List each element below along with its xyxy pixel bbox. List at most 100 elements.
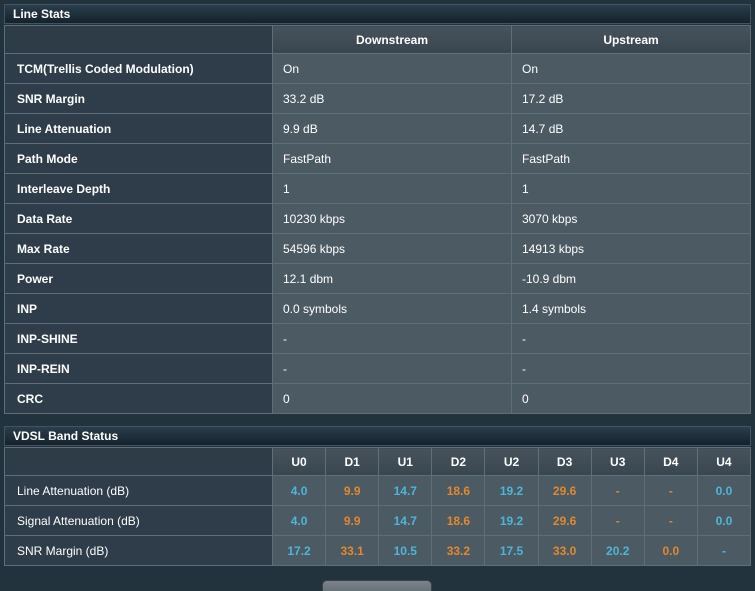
downstream-value: 9.9 dB [273,114,512,144]
band-column-header: D3 [538,448,591,476]
band-value: 19.2 [485,506,538,536]
upstream-value: - [512,354,751,384]
band-column-header: D1 [326,448,379,476]
band-value: 29.6 [538,476,591,506]
row-label: Signal Attenuation (dB) [5,506,273,536]
upstream-value: 3070 kbps [512,204,751,234]
band-header-row: U0 D1 U1 D2 U2 D3 U3 D4 U4 [5,448,751,476]
row-label: Interleave Depth [5,174,273,204]
table-row: INP 0.0 symbols 1.4 symbols [5,294,751,324]
band-value: 4.0 [273,476,326,506]
upstream-value: 1 [512,174,751,204]
band-value: 14.7 [379,506,432,536]
table-row: Signal Attenuation (dB) 4.0 9.9 14.7 18.… [5,506,751,536]
downstream-value: 12.1 dbm [273,264,512,294]
row-label: Max Rate [5,234,273,264]
band-column-header: U2 [485,448,538,476]
table-row: Line Attenuation (dB) 4.0 9.9 14.7 18.6 … [5,476,751,506]
band-value: 17.2 [273,536,326,566]
line-stats-header-row: Downstream Upstream [5,26,751,54]
dsl-stats-page: Line Stats Downstream Upstream TCM(Trell… [0,0,755,570]
downstream-value: On [273,54,512,84]
table-row: Power 12.1 dbm -10.9 dbm [5,264,751,294]
downstream-value: 0.0 symbols [273,294,512,324]
band-value: 33.1 [326,536,379,566]
table-row: Interleave Depth 1 1 [5,174,751,204]
band-value: 0.0 [697,506,750,536]
upstream-value: 14913 kbps [512,234,751,264]
refresh-button[interactable] [322,580,432,591]
band-value: - [591,476,644,506]
corner-cell [5,448,273,476]
downstream-value: 0 [273,384,512,414]
downstream-value: 54596 kbps [273,234,512,264]
row-label: Power [5,264,273,294]
downstream-value: 1 [273,174,512,204]
band-value: 17.5 [485,536,538,566]
band-value: 4.0 [273,506,326,536]
band-column-header: U1 [379,448,432,476]
upstream-value: -10.9 dbm [512,264,751,294]
downstream-value: - [273,324,512,354]
row-label: Data Rate [5,204,273,234]
band-value: 9.9 [326,476,379,506]
line-stats-table: Downstream Upstream TCM(Trellis Coded Mo… [4,25,751,414]
band-column-header: U0 [273,448,326,476]
band-value: 0.0 [644,536,697,566]
table-row: Path Mode FastPath FastPath [5,144,751,174]
table-row: Line Attenuation 9.9 dB 14.7 dB [5,114,751,144]
band-value: - [697,536,750,566]
downstream-column-header: Downstream [273,26,512,54]
downstream-value: - [273,354,512,384]
downstream-value: 10230 kbps [273,204,512,234]
upstream-value: 17.2 dB [512,84,751,114]
vdsl-band-status-table: U0 D1 U1 D2 U2 D3 U3 D4 U4 Line Attenuat… [4,447,751,566]
upstream-value: FastPath [512,144,751,174]
table-row: INP-SHINE - - [5,324,751,354]
band-value: - [644,506,697,536]
line-stats-title: Line Stats [4,4,751,24]
band-column-header: D4 [644,448,697,476]
upstream-column-header: Upstream [512,26,751,54]
downstream-value: FastPath [273,144,512,174]
row-label: Line Attenuation (dB) [5,476,273,506]
band-value: 18.6 [432,506,485,536]
table-row: SNR Margin (dB) 17.2 33.1 10.5 33.2 17.5… [5,536,751,566]
table-row: INP-REIN - - [5,354,751,384]
band-value: 20.2 [591,536,644,566]
vdsl-band-status-title: VDSL Band Status [4,426,751,446]
table-row: SNR Margin 33.2 dB 17.2 dB [5,84,751,114]
downstream-value: 33.2 dB [273,84,512,114]
row-label: CRC [5,384,273,414]
band-value: 33.0 [538,536,591,566]
section-gap [4,414,751,426]
band-value: 0.0 [697,476,750,506]
row-label: INP-SHINE [5,324,273,354]
band-value: 14.7 [379,476,432,506]
corner-cell [5,26,273,54]
row-label: Line Attenuation [5,114,273,144]
table-row: Data Rate 10230 kbps 3070 kbps [5,204,751,234]
band-value: - [591,506,644,536]
upstream-value: 14.7 dB [512,114,751,144]
row-label: TCM(Trellis Coded Modulation) [5,54,273,84]
table-row: Max Rate 54596 kbps 14913 kbps [5,234,751,264]
band-column-header: U4 [697,448,750,476]
band-value: 18.6 [432,476,485,506]
upstream-value: 0 [512,384,751,414]
band-value: 10.5 [379,536,432,566]
row-label: Path Mode [5,144,273,174]
upstream-value: On [512,54,751,84]
band-value: 19.2 [485,476,538,506]
row-label: INP [5,294,273,324]
band-value: 29.6 [538,506,591,536]
upstream-value: 1.4 symbols [512,294,751,324]
row-label: SNR Margin [5,84,273,114]
upstream-value: - [512,324,751,354]
table-row: CRC 0 0 [5,384,751,414]
band-column-header: D2 [432,448,485,476]
band-value: 33.2 [432,536,485,566]
row-label: INP-REIN [5,354,273,384]
band-column-header: U3 [591,448,644,476]
table-row: TCM(Trellis Coded Modulation) On On [5,54,751,84]
